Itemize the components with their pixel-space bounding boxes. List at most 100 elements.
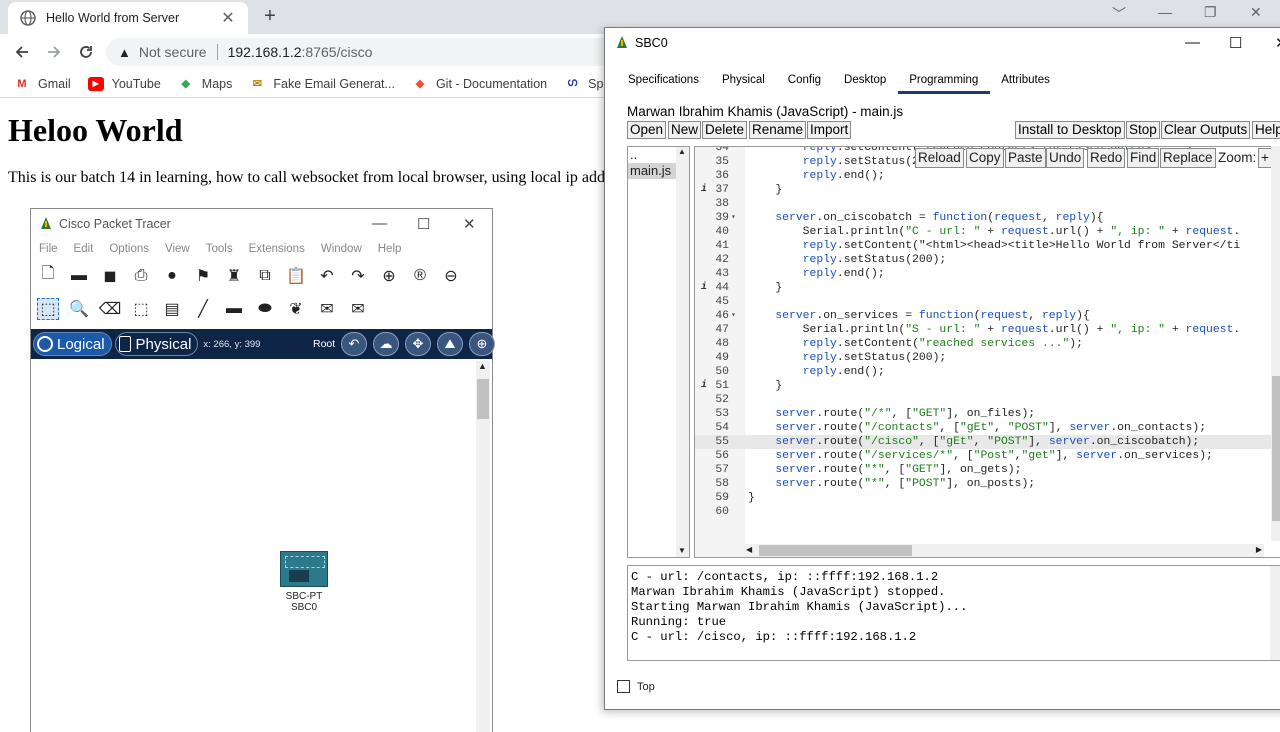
file-tree-scrollbar[interactable]: ▲ ▼ — [676, 147, 689, 557]
top-checkbox[interactable]: Top — [617, 680, 655, 693]
redo-button[interactable]: Redo — [1087, 148, 1126, 168]
code-line[interactable]: 55 server.route("/cisco", ["gEt", "POST"… — [695, 435, 1280, 449]
code-line[interactable]: 37 i } — [695, 183, 1280, 197]
minimize-icon[interactable]: — — [372, 215, 387, 232]
scrollbar-thumb[interactable] — [1272, 376, 1280, 521]
reload-button[interactable]: Reload — [915, 148, 964, 168]
paste-button[interactable]: Paste — [1005, 148, 1046, 168]
draw-line-icon[interactable]: ╱ — [192, 298, 214, 320]
code-line[interactable]: 36 reply.end(); — [695, 169, 1280, 183]
minimize-icon[interactable]: — — [1158, 4, 1172, 20]
restore-icon[interactable]: ❐ — [1204, 4, 1217, 21]
code-line[interactable]: 47 Serial.println("S - url: " + request.… — [695, 323, 1280, 337]
copy-icon[interactable]: ⧉ — [254, 265, 276, 287]
menu-options[interactable]: Options — [109, 243, 149, 255]
zoom-out-icon[interactable]: ⊖ — [440, 265, 462, 287]
find-button[interactable]: Find — [1127, 148, 1160, 168]
code-line[interactable]: 49 reply.setStatus(200); — [695, 351, 1280, 365]
console-scrollbar[interactable] — [1270, 566, 1280, 660]
new-button[interactable]: New — [668, 121, 702, 139]
print-icon[interactable]: ⎙ — [130, 265, 152, 287]
undo-button[interactable]: Undo — [1046, 148, 1085, 168]
code-line[interactable]: 59} — [695, 491, 1280, 505]
code-line[interactable]: 60 — [695, 505, 1280, 519]
tab-specifications[interactable]: Specifications — [617, 72, 711, 94]
bookmark-youtube[interactable]: ▶ YouTube — [87, 76, 161, 91]
new-tab-button[interactable]: + — [258, 4, 282, 28]
delete-icon[interactable]: ⌫ — [99, 298, 122, 320]
fold-icon[interactable]: ▾ — [731, 211, 736, 225]
maximize-icon[interactable]: ☐ — [417, 215, 430, 233]
bookmark-maps[interactable]: ◆ Maps — [178, 77, 233, 91]
code-line[interactable]: 48 reply.setContent("reached services ..… — [695, 337, 1280, 351]
tab-config[interactable]: Config — [777, 72, 833, 94]
menu-file[interactable]: File — [39, 243, 58, 255]
logical-workspace[interactable] — [31, 359, 492, 732]
back-icon[interactable] — [10, 41, 34, 63]
move-icon[interactable]: ✥ — [405, 332, 431, 356]
add-complex-pdu-icon[interactable]: ✉ — [347, 298, 369, 320]
undo-icon[interactable]: ↶ — [316, 265, 338, 287]
forward-icon[interactable] — [42, 41, 66, 63]
menu-edit[interactable]: Edit — [74, 243, 94, 255]
resize-icon[interactable]: ⬚ — [130, 298, 152, 320]
menu-view[interactable]: View — [165, 243, 190, 255]
help-button[interactable]: Help — [1252, 121, 1280, 139]
note-icon[interactable]: ▤ — [161, 298, 183, 320]
activity-wizard-icon[interactable]: ⚑ — [192, 265, 214, 287]
scroll-up-icon[interactable]: ▲ — [676, 147, 689, 156]
zoom-reset-icon[interactable]: ® — [409, 265, 431, 287]
inspect-icon[interactable]: 🔍 — [68, 298, 90, 320]
info-icon[interactable]: ● — [161, 265, 183, 287]
workspace-scrollbar[interactable]: ▲ — [476, 361, 490, 732]
logical-mode-button[interactable]: Logical — [33, 332, 112, 356]
warning-icon[interactable]: ▲ — [118, 45, 131, 60]
zoom-in-icon[interactable]: ⊕ — [378, 265, 400, 287]
import-button[interactable]: Import — [807, 121, 852, 139]
code-line[interactable]: 52 — [695, 393, 1280, 407]
new-file-icon[interactable]: 🗋 — [37, 265, 59, 287]
code-line[interactable]: 41 reply.setContent("<html><head><title>… — [695, 239, 1280, 253]
not-secure-label[interactable]: Not secure — [139, 44, 207, 60]
code-line[interactable]: 39 ▾ server.on_ciscobatch = function(requ… — [695, 211, 1280, 225]
bookmark-fake-email[interactable]: ✉ Fake Email Generat... — [249, 77, 395, 91]
paste-icon[interactable]: 📋 — [285, 265, 307, 287]
fold-icon[interactable]: ▾ — [731, 309, 736, 323]
code-line[interactable]: 51 i } — [695, 379, 1280, 393]
code-line[interactable]: 54 server.route("/contacts", ["gEt", "PO… — [695, 421, 1280, 435]
close-tab-icon[interactable]: ✕ — [218, 8, 238, 28]
scrollbar-thumb[interactable] — [759, 545, 912, 556]
editor-vertical-scrollbar[interactable] — [1271, 146, 1280, 541]
code-line[interactable]: 56 server.route("/services/*", ["Post","… — [695, 449, 1280, 463]
output-console[interactable]: C - url: /contacts, ip: ::ffff:192.168.1… — [627, 565, 1280, 661]
code-line[interactable]: 38 — [695, 197, 1280, 211]
tab-desktop[interactable]: Desktop — [833, 72, 898, 94]
close-window-icon[interactable]: ✕ — [463, 215, 476, 233]
cloud-icon[interactable]: ☁ — [373, 332, 399, 356]
physical-mode-button[interactable]: Physical — [114, 332, 199, 356]
install-to-desktop-button[interactable]: Install to Desktop — [1015, 121, 1125, 139]
maximize-icon[interactable]: ☐ — [1229, 34, 1242, 52]
stop-button[interactable]: Stop — [1126, 121, 1160, 139]
rename-button[interactable]: Rename — [749, 121, 807, 139]
editor-horizontal-scrollbar[interactable]: ◀ ▶ — [744, 544, 1264, 557]
open-folder-icon[interactable]: ▬ — [68, 265, 90, 287]
scroll-down-icon[interactable]: ▼ — [676, 546, 686, 555]
background-image-icon[interactable]: ⛰ — [437, 332, 463, 356]
draw-ellipse-icon[interactable]: ⬬ — [254, 298, 276, 320]
copy-button[interactable]: Copy — [966, 148, 1004, 168]
minimize-icon[interactable]: — — [1185, 34, 1200, 51]
draw-rectangle-icon[interactable]: ▬ — [223, 298, 245, 320]
code-editor[interactable]: 34 reply.setContent("reached contacts fo… — [694, 146, 1280, 558]
menu-window[interactable]: Window — [321, 243, 362, 255]
bookmark-git[interactable]: ◆ Git - Documentation — [412, 77, 547, 91]
replace-button[interactable]: Replace — [1160, 148, 1216, 168]
close-window-icon[interactable]: ✕ — [1250, 4, 1262, 21]
code-line[interactable]: 46 ▾ server.on_services = function(reques… — [695, 309, 1280, 323]
zoom-in-button[interactable]: + — [1258, 148, 1272, 168]
scroll-left-icon[interactable]: ◀ — [746, 545, 752, 554]
close-window-icon[interactable]: ✕ — [1275, 34, 1280, 52]
code-line[interactable]: 44 i } — [695, 281, 1280, 295]
tab-attributes[interactable]: Attributes — [990, 72, 1062, 94]
code-line[interactable]: 57 server.route("*", ["GET"], on_gets); — [695, 463, 1280, 477]
